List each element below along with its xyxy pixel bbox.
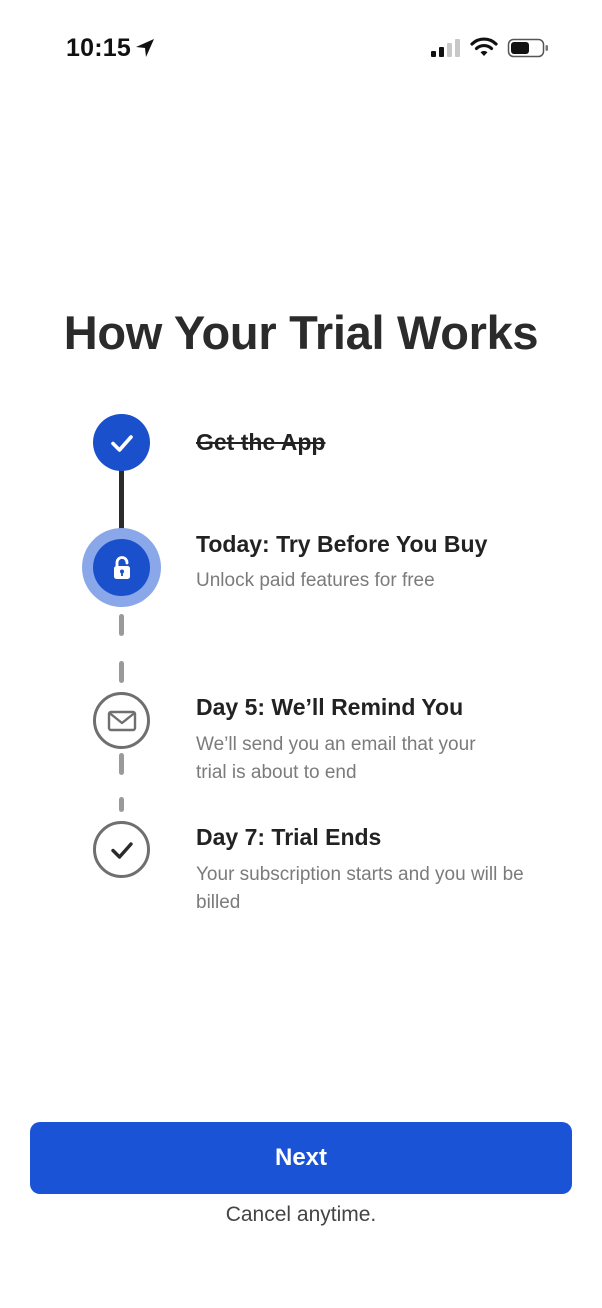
step-title-day-5: Day 5: We’ll Remind You bbox=[196, 694, 464, 720]
cancel-anytime-text: Cancel anytime. bbox=[225, 1203, 377, 1226]
timeline-dash bbox=[119, 753, 124, 775]
unlock-icon bbox=[113, 555, 130, 579]
step-upcoming-check-icon bbox=[93, 821, 150, 878]
step-title-get-the-app: Get the App bbox=[196, 429, 326, 455]
step-completed-check-icon bbox=[93, 414, 150, 471]
timeline-dash bbox=[119, 614, 124, 636]
step-description-day-5: We’ll send you an email that your trial … bbox=[196, 734, 476, 783]
check-icon bbox=[110, 841, 133, 859]
next-button[interactable]: Next bbox=[30, 1122, 572, 1194]
envelope-icon bbox=[107, 710, 136, 731]
step-description-day-7: Your subscription starts and you will be… bbox=[196, 864, 524, 913]
timeline-line-solid bbox=[119, 462, 124, 534]
step-description-today: Unlock paid features for free bbox=[196, 570, 435, 591]
step-upcoming-envelope-icon bbox=[93, 692, 150, 749]
trial-timeline: Get the App Today: Try Before You Buy Un… bbox=[0, 0, 602, 1308]
check-icon bbox=[110, 434, 133, 452]
timeline-dash bbox=[119, 661, 124, 683]
step-title-day-7: Day 7: Trial Ends bbox=[196, 824, 382, 850]
step-current-unlock-icon bbox=[93, 539, 150, 596]
step-title-today: Today: Try Before You Buy bbox=[196, 531, 488, 557]
timeline-dash bbox=[119, 797, 124, 812]
